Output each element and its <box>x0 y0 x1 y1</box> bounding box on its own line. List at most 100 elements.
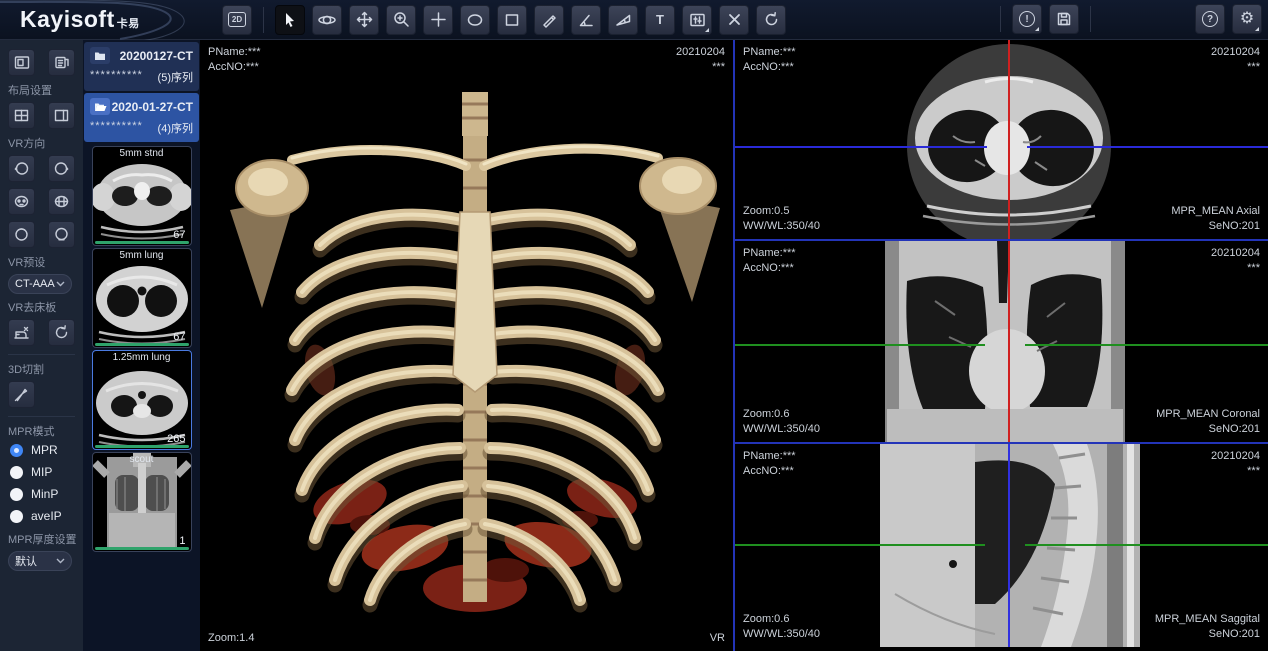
mpr-coronal-viewport[interactable]: PName:*** AccNO:*** 20210204 *** Zoom:0.… <box>735 241 1268 444</box>
grid-2x2-icon <box>14 109 29 122</box>
study-item-1[interactable]: 20200127-CT ********** (5)序列 <box>84 42 199 91</box>
mpr-mode-option-mpr[interactable]: MPR <box>10 443 83 457</box>
bed-reset-button[interactable] <box>48 319 75 346</box>
vr-head-inferior-button[interactable] <box>48 221 75 248</box>
mpr-zoom-overlay: Zoom:0.6 WW/WL:350/40 <box>743 612 820 642</box>
vr-patient-overlay: PName:*** AccNO:*** <box>208 45 261 75</box>
vr-head-superior-button[interactable] <box>8 221 35 248</box>
vr-ribcage-render <box>200 40 733 651</box>
study-series-count: (5)序列 <box>158 69 193 85</box>
axial-reference-line[interactable] <box>735 344 985 346</box>
layout-grid-2x2-button[interactable] <box>8 102 35 129</box>
zoom-in-tool-button[interactable] <box>386 5 416 35</box>
mpr-mode-option-mip[interactable]: MIP <box>10 465 83 479</box>
vr-zoom-overlay: Zoom:1.4 <box>208 631 254 646</box>
cobb-angle-tool-button[interactable] <box>608 5 638 35</box>
axial-reference-line[interactable] <box>735 544 985 546</box>
mpr-mode-option-label: MinP <box>31 487 58 501</box>
mpr-mode-option-minp[interactable]: MinP <box>10 487 83 501</box>
cut-3d-label: 3D切割 <box>8 361 83 377</box>
study-item-2-selected[interactable]: 2020-01-27-CT ********** (4)序列 <box>84 93 199 142</box>
scalpel-cut-button[interactable] <box>8 381 35 408</box>
axial-reference-line[interactable] <box>1025 544 1268 546</box>
series-thumbnail-5mm-stnd[interactable]: 5mm stnd 67 <box>92 146 192 246</box>
info-tool-button[interactable]: ! <box>1012 4 1042 34</box>
sagittal-reference-line[interactable] <box>1008 40 1010 239</box>
series-thumbnail-5mm-lung[interactable]: 5mm lung 67 <box>92 248 192 348</box>
settings-tool-button[interactable]: ⚙ <box>1232 4 1262 34</box>
thumbnail-progress-bar <box>95 343 189 346</box>
mpr-study-overlay: 20210204 *** <box>1211 246 1260 276</box>
mpr-study-overlay: 20210204 *** <box>1211 45 1260 75</box>
2d-view-icon: 2D <box>228 12 246 27</box>
vr-head-left-button[interactable] <box>8 155 35 182</box>
mpr-mode-option-label: MIP <box>31 465 52 479</box>
thumbnail-label: 5mm stnd <box>93 148 191 159</box>
vr-head-right-icon <box>53 160 70 177</box>
2d-view-tool-button[interactable]: 2D <box>222 5 252 35</box>
mpr-mode-option-aveip[interactable]: aveIP <box>10 509 83 523</box>
mpr-zoom: Zoom:0.6 <box>743 612 820 627</box>
vr-view-label: VR <box>710 631 725 646</box>
mpr-pname: PName:*** <box>743 246 796 261</box>
pencil-tool-button[interactable] <box>534 5 564 35</box>
cursor-tool-button[interactable] <box>275 5 305 35</box>
vr-3d-viewport[interactable]: PName:*** AccNO:*** 20210204 *** Zoom:1.… <box>200 40 733 651</box>
rectangle-tool-button[interactable] <box>497 5 527 35</box>
logo-cn-suffix: 卡易 <box>117 18 140 30</box>
vr-pname: PName:*** <box>208 45 261 60</box>
rotate-3d-tool-button[interactable] <box>312 5 342 35</box>
save-tool-button[interactable] <box>1049 4 1079 34</box>
mpr-view-label-overlay: MPR_MEAN Saggital SeNO:201 <box>1155 612 1260 642</box>
vr-head-right-button[interactable] <box>48 155 75 182</box>
help-tool-button[interactable]: ? <box>1195 4 1225 34</box>
window-level-tool-button[interactable] <box>682 5 712 35</box>
thumbnail-label: 1.25mm lung <box>93 352 191 363</box>
vr-preset-label: VR预设 <box>8 254 83 270</box>
pan-tool-button[interactable] <box>349 5 379 35</box>
vr-head-inferior-icon <box>53 226 70 243</box>
mpr-view-label-overlay: MPR_MEAN Axial SeNO:201 <box>1171 204 1260 234</box>
series-thumbnail-1-25mm-lung-selected[interactable]: 1.25mm lung 265 <box>92 350 192 450</box>
mpr-sagittal-viewport[interactable]: PName:*** AccNO:*** 20210204 *** Zoom:0.… <box>735 444 1268 647</box>
coronal-reference-line[interactable] <box>1027 146 1268 148</box>
mpr-accno: AccNO:*** <box>743 464 796 479</box>
layout-1-plus-side-button[interactable] <box>48 102 75 129</box>
pan-icon <box>356 11 373 28</box>
remove-bed-button[interactable] <box>8 319 35 346</box>
coronal-reference-line[interactable] <box>1008 444 1010 647</box>
layout-report-button[interactable] <box>48 49 75 76</box>
thumbnail-image-count: 67 <box>173 229 185 241</box>
angle-tool-button[interactable] <box>571 5 601 35</box>
mpr-axial-viewport[interactable]: PName:*** AccNO:*** 20210204 *** Zoom:0.… <box>735 40 1268 241</box>
vr-head-left-icon <box>13 160 30 177</box>
vr-preset-select[interactable]: CT-AAA <box>8 274 72 294</box>
mpr-wwwl: WW/WL:350/40 <box>743 627 820 642</box>
sidebar-divider <box>8 416 75 417</box>
mpr-thickness-select[interactable]: 默认 <box>8 551 72 571</box>
vr-preset-value: CT-AAA <box>15 278 55 290</box>
series-panel: 20200127-CT ********** (5)序列 2020-01-27-… <box>83 40 200 651</box>
study-title: 20200127-CT <box>120 49 193 63</box>
mpr-masked: *** <box>1211 261 1260 276</box>
logo: Kayisoft卡易 <box>0 0 200 40</box>
vr-head-posterior-icon <box>53 193 70 210</box>
sagittal-reference-line[interactable] <box>1008 241 1010 442</box>
mpr-mode-label: MPR模式 <box>8 423 83 439</box>
vr-head-anterior-button[interactable] <box>8 188 35 215</box>
text-tool-button[interactable]: T <box>645 5 675 35</box>
axial-reference-line[interactable] <box>1025 344 1268 346</box>
vr-zoom: Zoom:1.4 <box>208 631 254 646</box>
reset-tool-button[interactable] <box>756 5 786 35</box>
folder-icon <box>90 47 110 64</box>
coronal-reference-line[interactable] <box>735 146 987 148</box>
crosshair-tool-button[interactable] <box>423 5 453 35</box>
thumbnail-progress-bar <box>95 241 189 244</box>
mpr-zoom-overlay: Zoom:0.5 WW/WL:350/40 <box>743 204 820 234</box>
vr-head-posterior-button[interactable] <box>48 188 75 215</box>
ellipse-tool-button[interactable] <box>460 5 490 35</box>
layout-viewer-button[interactable] <box>8 49 35 76</box>
delete-tool-button[interactable] <box>719 5 749 35</box>
mpr-wwwl: WW/WL:350/40 <box>743 422 820 437</box>
series-thumbnail-scout[interactable]: scout 1 <box>92 452 192 552</box>
